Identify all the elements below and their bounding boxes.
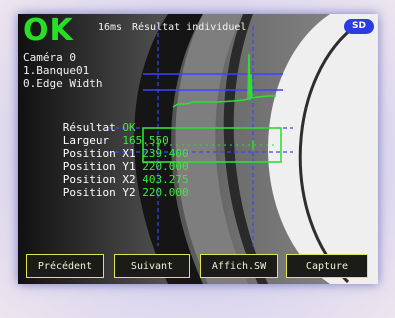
ok-status-indicator: OK <box>23 14 74 48</box>
bank-label: 1.Banque01 <box>23 64 90 77</box>
screen-title: Résultat individuel <box>132 22 247 33</box>
previous-button[interactable]: Précédent <box>26 254 104 278</box>
y2-row: Position Y2 220.000 <box>23 175 189 211</box>
sd-card-icon: SD <box>344 19 374 34</box>
button-bar: Précédent Suivant Affich.SW Capture <box>18 246 378 284</box>
capture-button[interactable]: Capture <box>286 254 368 278</box>
y2-label: Position Y2 <box>62 186 136 199</box>
inspection-screen: OK 16ms Résultat individuel SD Caméra 0 … <box>18 14 378 284</box>
tool-label: 0.Edge Width <box>23 77 103 90</box>
camera-label: Caméra 0 <box>23 51 76 64</box>
device-frame: OK 16ms Résultat individuel SD Caméra 0 … <box>0 0 395 318</box>
y2-value: 220.000 <box>142 186 189 199</box>
display-sw-button[interactable]: Affich.SW <box>200 254 278 278</box>
processing-time: 16ms <box>98 22 123 33</box>
next-button[interactable]: Suivant <box>114 254 190 278</box>
